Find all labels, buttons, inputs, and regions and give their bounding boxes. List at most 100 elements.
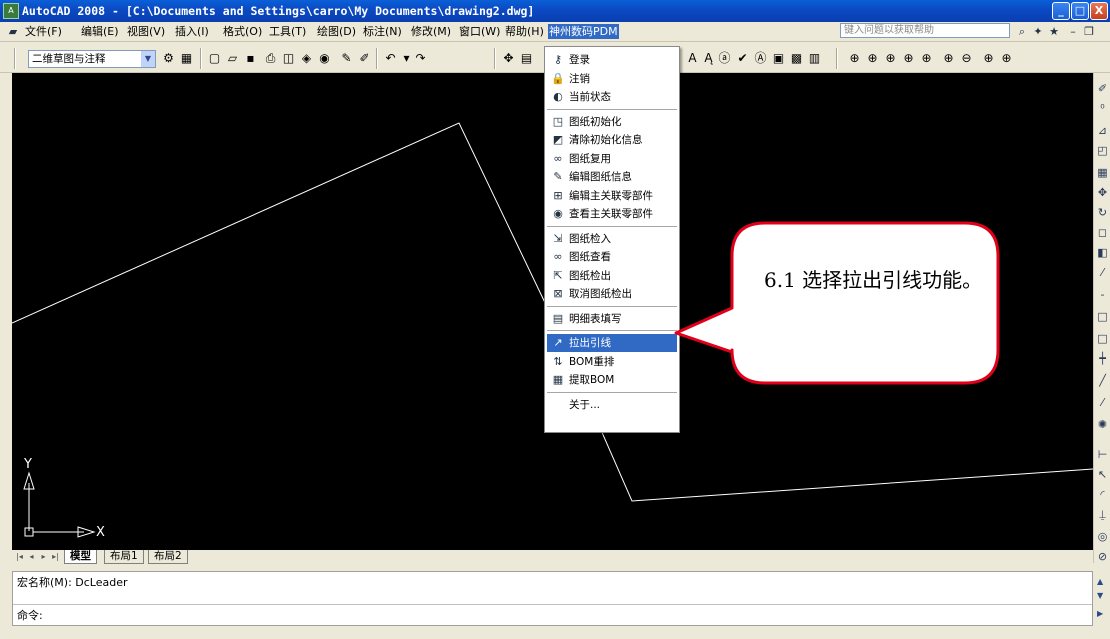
communication-icon[interactable]: ✦ [1031,25,1045,38]
menu-item-clear[interactable]: ◩ 清除初始化信息 [547,131,677,149]
workspace-settings-icon[interactable]: ⚙ [160,50,177,67]
scroll-up-icon[interactable]: ▲ [1097,577,1103,586]
zoom-scale-icon[interactable]: ⊕ [900,50,917,67]
zoom-dynamic-icon[interactable]: ⊕ [882,50,899,67]
menu-item-lock[interactable]: 🔒 注销 [547,70,677,88]
join-icon[interactable]: □ [1096,331,1109,346]
pencil-icon[interactable]: ✎ [338,50,355,67]
command-window[interactable]: 宏名称(M): DcLeader 命令: [12,571,1093,626]
mirror-icon[interactable]: ⊿ [1096,123,1109,138]
scale-icon[interactable]: ◻ [1096,225,1109,240]
publish-icon[interactable]: ◈ [298,50,315,67]
title-bar[interactable]: A AutoCAD 2008 - [C:\Documents and Setti… [0,0,1110,22]
help-search-input[interactable]: 键入问题以获取帮助 [840,23,1010,38]
menu-item-about[interactable]: 关于... [547,396,677,414]
menu-item-status[interactable]: ◐ 当前状态 [547,88,677,106]
multiline-text-icon[interactable]: Ą [700,50,717,67]
fillet-icon[interactable]: ╱ [1096,373,1109,388]
menu-insert[interactable]: 插入(I) [174,24,210,39]
document-icon[interactable]: ▰ [6,25,20,38]
maximize-button[interactable]: □ [1071,2,1089,20]
menu-modify[interactable]: 修改(M) [410,24,452,39]
match-properties-icon[interactable]: ✐ [356,50,373,67]
command-prompt[interactable]: 命令: [17,607,43,623]
menu-item-parts[interactable]: ⊞ 编辑主关联零部件 [547,187,677,205]
chevron-down-icon[interactable]: ▼ [141,51,155,67]
menu-view[interactable]: 视图(V) [126,24,166,39]
tab-next-icon[interactable]: ▸ [38,551,49,562]
menu-item-key[interactable]: ⚷ 登录 [547,51,677,69]
minimize-button[interactable]: _ [1052,2,1070,20]
zoom-all-icon[interactable]: ⊕ [980,50,997,67]
zoom-in-icon[interactable]: ⊕ [940,50,957,67]
search-icon[interactable]: ⌕ [1015,25,1029,38]
menu-item-edit[interactable]: ✎ 编辑图纸信息 [547,168,677,186]
doc-minimize-icon[interactable]: – [1066,25,1080,38]
menu-tools[interactable]: 工具(T) [268,24,307,39]
tab-layout1[interactable]: 布局1 [104,550,144,564]
erase-icon[interactable]: ✐ [1096,81,1109,96]
undo-icon[interactable]: ↶ [382,50,399,67]
favorites-star-icon[interactable]: ★ [1047,25,1061,38]
doc-restore-icon[interactable]: ❐ [1082,25,1096,38]
toolbar-grip[interactable] [14,48,16,69]
chamfer-icon[interactable]: ┿ [1096,351,1109,366]
open-folder-icon[interactable]: ▱ [224,50,241,67]
rotate-icon[interactable]: ↻ [1096,205,1109,220]
workspace-select[interactable]: 二维草图与注释 ▼ [28,50,156,68]
redo-icon[interactable]: ↷ [412,50,429,67]
tab-prev-icon[interactable]: ◂ [26,551,37,562]
new-file-icon[interactable]: ▢ [206,50,223,67]
dim-arc-icon[interactable]: ◜ [1096,487,1109,502]
tab-model[interactable]: 模型 [64,550,97,564]
tab-first-icon[interactable]: |◂ [14,551,25,562]
array-icon[interactable]: ▦ [1096,165,1109,180]
find-text-icon[interactable]: ⓐ [716,50,733,67]
menu-window[interactable]: 窗口(W) [458,24,501,39]
dim-linear-icon[interactable]: ⊢ [1096,447,1109,462]
properties-icon[interactable]: ▤ [518,50,535,67]
justify-text-icon[interactable]: ▩ [788,50,805,67]
scroll-right-icon[interactable]: ▶ [1097,609,1103,618]
dim-diameter-icon[interactable]: ⊘ [1096,549,1109,564]
zoom-realtime-icon[interactable]: ⊕ [846,50,863,67]
tool-palette-icon[interactable]: ▦ [178,50,195,67]
tab-last-icon[interactable]: ▸| [50,551,61,562]
zoom-center-icon[interactable]: ⊕ [918,50,935,67]
command-scrollbar[interactable]: ▲ ▼ ▶ [1093,571,1110,626]
explode-icon[interactable]: ⁄ [1096,395,1109,410]
menu-pdm[interactable]: 神州数码PDM [548,24,619,39]
dim-aligned-icon[interactable]: ↖ [1096,467,1109,482]
explode-star-icon[interactable]: ✺ [1096,417,1109,432]
print-icon[interactable]: ⎙ [262,50,279,67]
tab-layout2[interactable]: 布局2 [148,550,188,564]
dim-radius-icon[interactable]: ◎ [1096,529,1109,544]
extend-icon[interactable]: ‐ [1096,287,1109,302]
scale-text-icon[interactable]: ▣ [770,50,787,67]
mesh-icon[interactable]: ◉ [316,50,333,67]
text-edit-icon[interactable]: Ⓐ [752,50,769,67]
stretch-icon[interactable]: ◧ [1096,245,1109,260]
trim-icon[interactable]: ⁄ [1096,265,1109,280]
scroll-down-icon[interactable]: ▼ [1097,591,1103,600]
menu-dimension[interactable]: 标注(N) [362,24,403,39]
zoom-extents-icon[interactable]: ⊕ [998,50,1015,67]
move-icon[interactable]: ✥ [1096,185,1109,200]
plot-preview-icon[interactable]: ◫ [280,50,297,67]
menu-help[interactable]: 帮助(H) [504,24,545,39]
offset-icon[interactable]: ◰ [1096,143,1109,158]
autocad-app-icon[interactable]: A [3,3,19,19]
zoom-window-icon[interactable]: ⊕ [864,50,881,67]
close-button[interactable]: X [1090,2,1108,20]
menu-file[interactable]: 文件(F) [24,24,63,39]
convert-text-icon[interactable]: ▥ [806,50,823,67]
menu-format[interactable]: 格式(O) [222,24,263,39]
save-icon[interactable]: ▪ [242,50,259,67]
spellcheck-icon[interactable]: ✔ [734,50,751,67]
menu-item-reuse[interactable]: ∞ 图纸复用 [547,150,677,168]
menu-edit[interactable]: 编辑(E) [80,24,120,39]
text-style-icon[interactable]: A [684,50,701,67]
dim-ordinate-icon[interactable]: ⍊ [1096,507,1109,522]
copy-icon[interactable]: ⁰ [1096,101,1109,116]
menu-draw[interactable]: 绘图(D) [316,24,357,39]
